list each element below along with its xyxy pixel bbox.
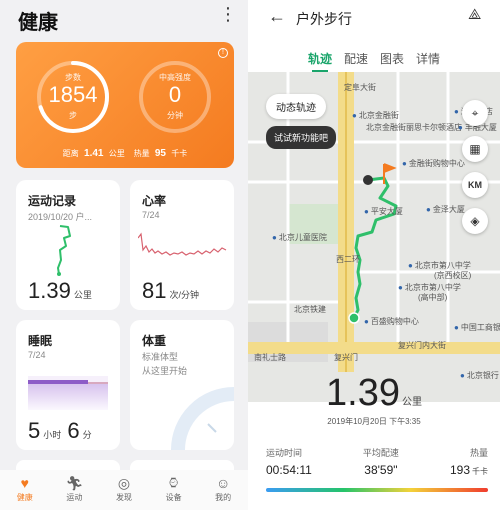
workout-date: 2019年10月20日 下午3:35 <box>327 417 421 426</box>
page-title: 健康 <box>18 12 58 34</box>
nav-item-exercise[interactable]: 🏃︎ 运动 <box>50 470 100 510</box>
map-label: 金融街购物中心 <box>402 158 465 169</box>
discover-icon: ◎ <box>117 475 131 491</box>
heart-rate-value: 81 次/分钟 <box>142 278 199 303</box>
layers-icon[interactable]: ◈ <box>462 208 488 234</box>
weight-start: 从这里开始 <box>142 366 188 376</box>
heart-rate-card[interactable]: 心率 7/24 81 次/分钟 <box>130 180 234 310</box>
heart-icon: ♥ <box>20 475 29 491</box>
exercise-record-card[interactable]: 运动记录 2019/10/20 户... 1.39 公里 <box>16 180 120 310</box>
sleep-duration: 5 小时 6分 <box>28 418 92 443</box>
map-label: 南礼士路 <box>254 353 286 362</box>
scale-gauge-graphic <box>171 387 234 450</box>
calorie-unit: 千卡 <box>171 149 188 158</box>
workout-stats: 运动时间 00:54:11 平均配速 38'59" 热量 193 千卡 <box>266 446 488 477</box>
weight-title: 体重 <box>142 334 167 348</box>
route-map[interactable]: 定阜大街 北京金融街 北京金融街丽思卡尔顿酒店 洲际酒店 金融街购物中心 金泽大… <box>248 72 500 402</box>
nav-item-me[interactable]: ☺ 我的 <box>198 470 248 510</box>
back-arrow-icon[interactable]: ← <box>268 6 286 27</box>
weight-card[interactable]: 体重 标准体型 从这里开始 <box>130 320 234 450</box>
map-label: 北京铁建 <box>294 305 326 314</box>
exercise-title: 运动记录 <box>28 194 77 208</box>
screen: 健康 ⋮ ! 步数 1854 步 中高强度 0 分钟 距离 1.41 公里 热量… <box>0 0 500 510</box>
map-label: (京西校区) <box>434 271 472 280</box>
nav-item-discover[interactable]: ◎ 发现 <box>99 470 149 510</box>
sleep-card[interactable]: 睡眠 7/24 5 小时 6分 <box>16 320 120 450</box>
steps-ring: 步数 1854 步 <box>34 58 112 136</box>
distance-value: 1.39 <box>326 372 400 414</box>
map-label: 百盛购物中心 <box>364 316 419 327</box>
outdoor-walk-panel: ← 户外步行 ⟁ 轨迹 配速 图表 详情 定阜大街 ● 北京金融街 北京金融街丽… <box>248 0 500 510</box>
map-label: 平安大厦 <box>364 206 403 217</box>
info-icon[interactable]: ! <box>218 48 228 58</box>
stat-pace: 平均配速 38'59" <box>362 448 399 477</box>
activity-summary-card[interactable]: ! 步数 1854 步 中高强度 0 分钟 距离 1.41 公里 热量 95 千… <box>16 42 234 168</box>
stat-duration: 运动时间 00:54:11 <box>266 448 312 477</box>
intensity-value: 0 <box>168 82 182 107</box>
weight-type: 标准体型 <box>142 352 179 362</box>
map-label: 金泽大厦 <box>426 204 465 215</box>
health-panel: 健康 ⋮ ! 步数 1854 步 中高强度 0 分钟 距离 1.41 公里 热量… <box>0 0 248 510</box>
tab-details[interactable]: 详情 <box>416 50 440 67</box>
map-label: 西二环 <box>336 255 360 264</box>
calorie-label: 热量 <box>133 149 150 158</box>
steps-unit: 步 <box>69 111 77 120</box>
bottom-nav: ♥ 健康 🏃︎ 运动 ◎ 发现 ⌚︎ 设备 ☺ 我的 <box>0 470 248 510</box>
distance-label: 距离 <box>62 149 79 158</box>
intensity-unit: 分钟 <box>167 111 183 120</box>
map-label: 北京儿童医院 <box>272 232 327 243</box>
heart-rate-sparkline <box>138 232 227 256</box>
nav-item-devices[interactable]: ⌚︎ 设备 <box>149 470 199 510</box>
heart-date: 7/24 <box>142 210 160 220</box>
map-label: (高中部) <box>418 293 448 302</box>
page-title: 户外步行 <box>296 11 352 27</box>
steps-value: 1854 <box>48 82 98 107</box>
map-label: 复兴门内大街 <box>398 341 446 350</box>
map-label: 定阜大街 <box>344 83 376 92</box>
sleep-date: 7/24 <box>28 350 46 360</box>
locate-icon[interactable]: ⌖ <box>462 100 488 126</box>
tab-pace[interactable]: 配速 <box>344 50 368 67</box>
map-icon[interactable]: ▦ <box>462 136 488 162</box>
total-distance: 1.39 公里 <box>248 372 500 415</box>
share-icon[interactable]: ⟁ <box>468 6 481 23</box>
watch-icon: ⌚︎ <box>166 475 181 491</box>
intensity-ring: 中高强度 0 分钟 <box>136 58 214 136</box>
sleep-title: 睡眠 <box>28 334 53 348</box>
summary-footer: 距离 1.41 公里 热量 95 千卡 <box>16 148 234 159</box>
km-toggle-button[interactable]: KM <box>462 172 488 198</box>
calorie-value: 95 <box>154 148 166 159</box>
tab-track[interactable]: 轨迹 <box>308 50 332 72</box>
distance-value: 1.41 <box>84 148 104 159</box>
stat-calories: 热量 193 千卡 <box>449 448 488 477</box>
map-label: 中国工商银行 <box>454 322 500 333</box>
map-label: 北京金融街 <box>352 110 399 121</box>
distance-unit: 公里 <box>108 149 125 158</box>
route-thumbnail <box>57 225 71 276</box>
new-feature-tip[interactable]: 试试新功能吧 <box>266 126 337 149</box>
heart-title: 心率 <box>142 194 167 208</box>
more-vertical-icon[interactable]: ⋮ <box>219 4 237 25</box>
nav-item-health[interactable]: ♥ 健康 <box>0 470 50 510</box>
exercise-distance: 1.39 公里 <box>28 278 92 303</box>
distance-unit: 公里 <box>401 397 422 408</box>
map-label: 北京金融街丽思卡尔顿酒店 <box>366 123 462 132</box>
exercise-subtitle: 2019/10/20 户... <box>28 212 93 222</box>
animate-track-button[interactable]: 动态轨迹 <box>266 94 326 119</box>
pace-gradient-bar <box>266 488 488 492</box>
sleep-stage-chart <box>28 376 108 410</box>
tab-bar: 轨迹 配速 图表 详情 <box>308 50 488 72</box>
tab-chart[interactable]: 图表 <box>380 50 404 67</box>
user-icon: ☺ <box>216 475 231 491</box>
map-label: 复兴门 <box>334 353 358 362</box>
running-icon: 🏃︎ <box>65 475 84 491</box>
next-card-peek <box>16 460 234 470</box>
